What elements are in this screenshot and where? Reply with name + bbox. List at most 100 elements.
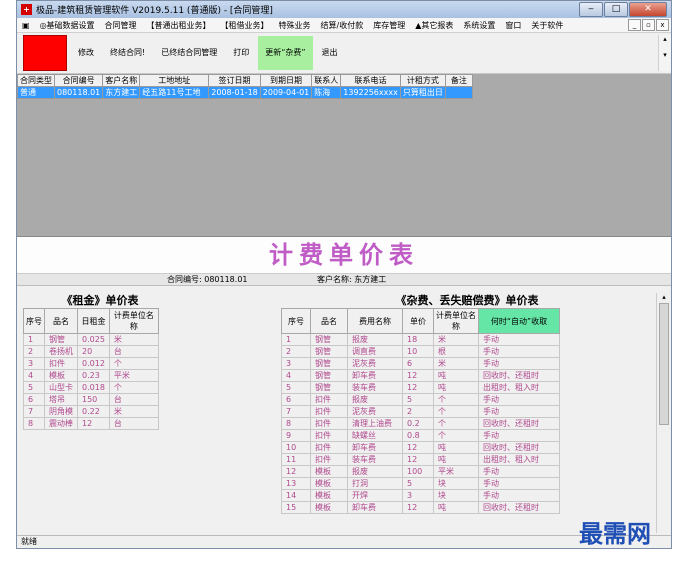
table-row[interactable]: 8 扣件 清理上油费 0.2 个回收时、还租时	[281, 417, 560, 430]
cell: 台	[108, 345, 159, 358]
cell: 回收时、还租时	[478, 441, 560, 454]
update-misc-fees-button[interactable]: 更新“杂费”	[258, 36, 313, 70]
cell: 装车费	[347, 381, 403, 394]
table-row[interactable]: 13 模板 打洞 5 块手动	[281, 477, 560, 490]
edit-button[interactable]: 修改	[71, 36, 101, 70]
table-row[interactable]: 9 扣件 缺螺丝 0.8 个手动	[281, 429, 560, 442]
misc-price-panel: 《杂费、丢失赔偿费》单价表 序号 品名 费用名称 单价 计费单位名称 何时“自动…	[281, 293, 653, 514]
table-row[interactable]: 14 模板 开焊 3 块手动	[281, 489, 560, 502]
cell: 5	[23, 381, 45, 394]
table-row[interactable]: 7 扣件 泥灰费 2 个手动	[281, 405, 560, 418]
maximize-button[interactable]: □	[604, 2, 628, 17]
rent-price-panel: 《租金》单价表 序号 品名 日租金 计费单位名称 1 钢管 0.025 米 2 卷扬机 20…	[23, 293, 177, 430]
minimize-button[interactable]: ‒	[579, 2, 603, 17]
misc-col-price: 单价	[402, 308, 434, 334]
table-row[interactable]: 5 山型卡 0.018 个	[23, 381, 159, 394]
cell: 11	[281, 453, 311, 466]
cell: 12	[281, 465, 311, 478]
menu-rental[interactable]: 【普通出租业务】	[142, 20, 216, 31]
table-row[interactable]: 3 钢管 泥灰费 6 米手动	[281, 357, 560, 370]
menu-basic-data[interactable]: ◎基础数据设置	[35, 20, 100, 31]
table-row[interactable]: 1 钢管 报废 18 米手动	[281, 333, 560, 346]
menu-borrow[interactable]: 【租借业务】	[216, 20, 274, 31]
menu-settings[interactable]: 系统设置	[458, 20, 500, 31]
scroll-thumb[interactable]	[659, 303, 669, 425]
exit-button[interactable]: 退出	[315, 36, 345, 70]
scroll-up-icon[interactable]: ▴	[657, 293, 671, 301]
table-row[interactable]: 7 阴角模 0.22 米	[23, 405, 159, 418]
table-row[interactable]: 12 模板 报废 100 平米 手动	[281, 465, 560, 478]
cell: 2	[23, 345, 45, 358]
table-row[interactable]: 1 钢管 0.025 米	[23, 333, 159, 346]
menu-settlement[interactable]: 结算/收付款	[316, 20, 369, 31]
price-table-header: 计费单价表	[17, 237, 671, 274]
table-row[interactable]: 11 扣件 装车费 12 吨出租时、租入时	[281, 453, 560, 466]
col-billing[interactable]: 计租方式	[399, 74, 446, 87]
cell: 吨	[433, 453, 479, 466]
col-contract-type[interactable]: 合同类型	[17, 74, 55, 87]
cell: 米	[433, 333, 479, 346]
cell: 0.8	[402, 429, 434, 442]
misc-scrollbar[interactable]: ▴	[656, 293, 671, 533]
cell: 3	[402, 489, 434, 502]
cell: 6	[23, 393, 45, 406]
col-site-address[interactable]: 工地地址	[139, 74, 210, 87]
cell: 钢管	[310, 333, 348, 346]
mdi-close-button[interactable]: x	[656, 19, 669, 31]
menu-special[interactable]: 特殊业务	[274, 20, 316, 31]
menu-window[interactable]: 窗口	[500, 20, 526, 31]
col-phone[interactable]: 联系电话	[340, 74, 401, 87]
mdi-doc-icon: ▣	[22, 20, 30, 30]
table-row[interactable]: 2 卷扬机 20 台	[23, 345, 159, 358]
page-title: 计费单价表	[269, 241, 419, 269]
cell: 2008-01-18	[208, 86, 261, 99]
cell: 回收时、还租时	[478, 417, 560, 430]
mdi-minimize-button[interactable]: _	[628, 19, 641, 31]
table-row[interactable]: 8 震动棒 12 台	[23, 417, 159, 430]
terminate-contract-button[interactable]: 终结合同!	[103, 36, 152, 70]
cell: 18	[402, 333, 434, 346]
mdi-restore-button[interactable]: ▫	[642, 19, 655, 31]
table-row[interactable]: 6 扣件 报废 5 个手动	[281, 393, 560, 406]
cell: 出租时、租入时	[478, 453, 560, 466]
col-customer[interactable]: 客户名称	[102, 74, 141, 87]
menu-contract[interactable]: 合同管理	[100, 20, 142, 31]
cell: 回收时、还租时	[478, 501, 560, 514]
menu-about[interactable]: 关于软件	[526, 20, 568, 31]
cell: 2009-04-01	[259, 86, 313, 99]
cell: 15	[281, 501, 311, 514]
cell: 吨	[433, 501, 479, 514]
contract-no-label: 合同编号: 080118.01	[167, 275, 248, 284]
cell: 4	[23, 369, 45, 382]
table-row[interactable]: 10 扣件 卸车费 12 吨回收时、还租时	[281, 441, 560, 454]
table-row[interactable]: 3 扣件 0.012 个	[23, 357, 159, 370]
table-row[interactable]: 15 模板 卸车费 12 吨回收时、还租时	[281, 501, 560, 514]
print-button[interactable]: 打印	[226, 36, 256, 70]
toolbar-scrollbar[interactable]: ▴ ▾	[658, 35, 671, 71]
col-remark[interactable]: 备注	[444, 74, 473, 87]
cell: 泥灰费	[347, 405, 403, 418]
terminated-contracts-button[interactable]: 已终结合同管理	[154, 36, 224, 70]
table-row[interactable]: 4 钢管 卸车费 12 吨回收时、还租时	[281, 369, 560, 382]
customer-label: 客户名称: 东方建工	[317, 275, 387, 284]
table-row[interactable]: 5 钢管 装车费 12 吨出租时、租入时	[281, 381, 560, 394]
col-sign-date[interactable]: 签订日期	[208, 74, 261, 87]
misc-table-title: 《杂费、丢失赔偿费》单价表	[395, 294, 539, 307]
cell: 模板	[310, 477, 348, 490]
close-button[interactable]: ✕	[629, 2, 667, 17]
cell: 150	[77, 393, 110, 406]
misc-col-name: 品名	[310, 308, 348, 334]
table-row[interactable]: 普通 080118.01 东方建工 经五路11号工地 2008-01-18 20…	[17, 86, 473, 99]
col-contract-no[interactable]: 合同编号	[53, 74, 104, 87]
col-contact[interactable]: 联系人	[311, 74, 342, 87]
contract-table: 合同类型 合同编号 客户名称 工地地址 签订日期 到期日期 联系人 联系电话 计…	[17, 74, 473, 99]
cell: 报废	[347, 333, 403, 346]
table-row[interactable]: 4 模板 0.23 平米	[23, 369, 159, 382]
menu-inventory[interactable]: 库存管理	[368, 20, 410, 31]
menu-reports[interactable]: ▲其它报表	[410, 20, 458, 31]
cell: 扣件	[44, 357, 78, 370]
table-row[interactable]: 2 钢管 调直费 10 根手动	[281, 345, 560, 358]
col-due-date[interactable]: 到期日期	[259, 74, 313, 87]
cell: 装车费	[347, 453, 403, 466]
table-row[interactable]: 6 塔吊 150 台	[23, 393, 159, 406]
